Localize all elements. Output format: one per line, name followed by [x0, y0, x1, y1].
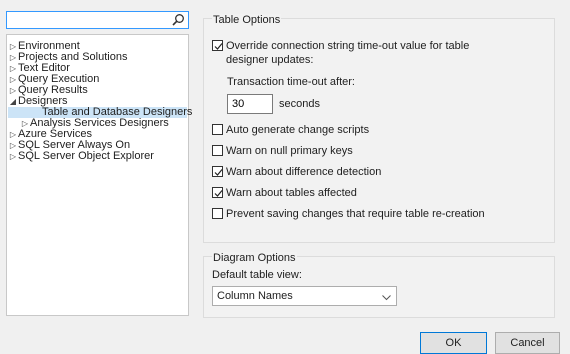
collapsed-arrow-icon[interactable]: ▷	[8, 85, 18, 96]
options-tree[interactable]: ▷ Environment ▷ Projects and Solutions ▷ Text…	[6, 34, 192, 316]
option-row[interactable]: Warn on null primary keys	[212, 144, 353, 158]
cancel-button[interactable]: Cancel	[495, 332, 560, 354]
option-checkbox[interactable]	[212, 166, 223, 177]
option-label: Warn about tables affected	[226, 187, 357, 199]
default-table-view-label: Default table view:	[212, 269, 302, 281]
default-table-view-value: Column Names	[217, 290, 293, 302]
search-icon[interactable]	[171, 13, 185, 27]
diagram-options-title: Diagram Options	[212, 252, 297, 264]
option-checkbox[interactable]	[212, 208, 223, 219]
option-row[interactable]: Warn about difference detection	[212, 165, 381, 179]
option-checkbox[interactable]	[212, 124, 223, 135]
collapsed-arrow-icon[interactable]: ▷	[8, 63, 18, 74]
diagram-options-group: Diagram Options Default table view: Colu…	[203, 252, 555, 318]
search-input[interactable]	[9, 13, 169, 27]
seconds-label: seconds	[279, 98, 320, 110]
ok-button[interactable]: OK	[420, 332, 487, 354]
collapsed-arrow-icon[interactable]: ▷	[8, 129, 18, 140]
option-label: Warn on null primary keys	[226, 145, 353, 157]
option-checkbox[interactable]	[212, 187, 223, 198]
option-row[interactable]: Warn about tables affected	[212, 186, 357, 200]
option-label: Warn about difference detection	[226, 166, 382, 178]
collapsed-arrow-icon[interactable]: ▷	[8, 52, 18, 63]
option-checkbox[interactable]	[212, 145, 223, 156]
timeout-seconds-input[interactable]	[227, 94, 273, 114]
collapsed-arrow-icon[interactable]: ▷	[8, 140, 18, 151]
override-timeout-label: Override connection string time-out valu…	[226, 40, 470, 66]
override-timeout-option[interactable]: Override connection string time-out valu…	[212, 39, 469, 67]
collapsed-arrow-icon[interactable]: ▷	[8, 74, 18, 85]
tree-item-label: SQL Server Object Explorer	[18, 150, 154, 162]
collapsed-arrow-icon[interactable]: ▷	[8, 41, 18, 52]
tree-item[interactable]: ▷ SQL Server Object Explorer	[8, 151, 187, 162]
option-label: Auto generate change scripts	[226, 124, 370, 136]
table-options-group: Table Options Override connection string…	[203, 14, 555, 243]
option-row[interactable]: Prevent saving changes that require tabl…	[212, 207, 485, 221]
option-row[interactable]: Auto generate change scripts	[212, 123, 369, 137]
table-options-title: Table Options	[212, 14, 282, 26]
default-table-view-select[interactable]: Column Names	[212, 286, 397, 306]
option-label: Prevent saving changes that require tabl…	[226, 208, 485, 220]
search-box[interactable]	[6, 11, 189, 29]
override-timeout-checkbox[interactable]	[212, 40, 223, 51]
chevron-down-icon	[382, 292, 391, 304]
transaction-timeout-label: Transaction time-out after:	[227, 76, 355, 88]
expanded-arrow-icon[interactable]: ◢	[8, 96, 18, 107]
collapsed-arrow-icon[interactable]: ▷	[8, 151, 18, 162]
